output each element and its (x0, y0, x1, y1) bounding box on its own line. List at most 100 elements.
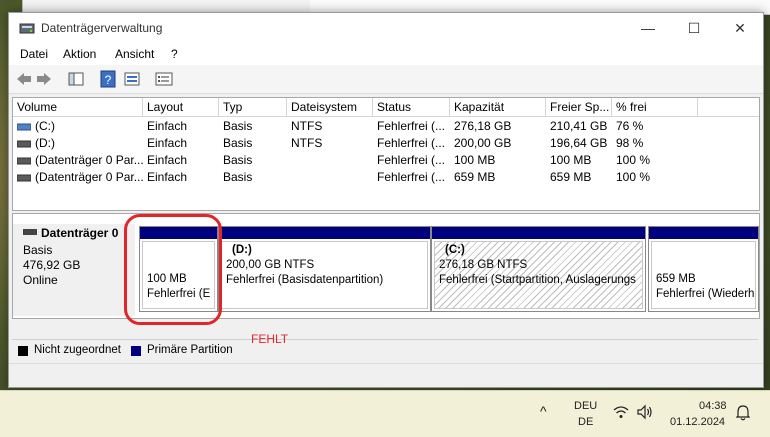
back-arrow-icon[interactable] (15, 70, 33, 88)
disk-type: Basis (23, 243, 53, 257)
list-view-icon[interactable] (155, 70, 173, 88)
table-row[interactable]: (C:) Einfach Basis NTFS Fehlerfrei (... … (13, 118, 759, 135)
table-row[interactable]: (Datenträger 0 Par... Einfach Basis Fehl… (13, 169, 759, 186)
partition-size: 659 MB (656, 273, 696, 285)
col-typ[interactable]: Typ (219, 98, 287, 116)
col-layout[interactable]: Layout (143, 98, 219, 116)
cell-pct: 100 % (616, 153, 651, 167)
cell-fs: NTFS (291, 136, 323, 150)
keyboard-layout[interactable]: DE (578, 416, 593, 428)
language-code[interactable]: DEU (574, 400, 597, 412)
disk-management-window: Datenträgerverwaltung — ☐ ✕ Datei Aktion… (8, 12, 764, 388)
partition-body: (D:) 200,00 GB NTFS Fehlerfrei (Basisdat… (221, 241, 428, 309)
disk-info[interactable]: Datenträger 0 Basis 476,92 GB Online (13, 224, 135, 316)
col-freier-speicher[interactable]: Freier Sp... (546, 98, 612, 116)
partition-size: 200,00 GB NTFS (226, 259, 315, 271)
legend-primary-swatch (131, 346, 141, 356)
cell-capacity: 659 MB (454, 170, 496, 184)
cell-pct: 98 % (616, 136, 644, 150)
menu-datei[interactable]: Datei (20, 47, 48, 61)
legend: Nicht zugeordnet Primäre Partition (12, 339, 758, 362)
clock-date[interactable]: 01.12.2024 (670, 416, 725, 428)
col-prozent-frei[interactable]: % frei (612, 98, 698, 116)
col-kapazitaet[interactable]: Kapazität (450, 98, 546, 116)
forward-arrow-icon[interactable] (35, 70, 53, 88)
volume-drive-icon (17, 123, 31, 131)
partition-title: (C:) (445, 244, 465, 256)
col-dateisystem[interactable]: Dateisystem (287, 98, 373, 116)
cell-capacity: 276,18 GB (454, 119, 512, 133)
cell-status: Fehlerfrei (... (377, 119, 446, 133)
partition-body: 659 MB Fehlerfrei (Wiederh (651, 241, 756, 309)
help-icon[interactable]: ? (99, 70, 117, 88)
svg-text:?: ? (105, 73, 112, 87)
cell-fs (287, 152, 373, 169)
cell-typ: Basis (223, 136, 253, 150)
cell-layout: Einfach (147, 136, 188, 150)
cell-status: Fehlerfrei (... (377, 136, 446, 150)
cell-free: 196,64 GB (550, 136, 608, 150)
cell-free: 100 MB (550, 153, 592, 167)
clock-time[interactable]: 04:38 (699, 400, 727, 412)
partition-d[interactable]: (D:) 200,00 GB NTFS Fehlerfrei (Basisdat… (218, 226, 431, 312)
disk-management-icon (19, 23, 35, 34)
table-row[interactable]: (Datenträger 0 Par... Einfach Basis Fehl… (13, 152, 759, 169)
legend-unallocated-label: Nicht zugeordnet (34, 344, 121, 356)
col-volume[interactable]: Volume (13, 98, 143, 116)
notification-bell-icon[interactable] (736, 405, 750, 421)
cell-layout: Einfach (147, 119, 188, 133)
disk-size: 476,92 GB (23, 258, 81, 272)
partition-bar (432, 227, 645, 239)
partition-status: Fehlerfrei (Wiederh (656, 288, 755, 300)
legend-unallocated-swatch (18, 346, 28, 356)
partition-bar (649, 227, 758, 239)
disk-name: Datenträger 0 (41, 226, 119, 240)
partition-status: Fehlerfrei (Startpartition, Auslagerungs (439, 274, 636, 286)
volume-drive-icon (17, 140, 31, 148)
cell-free: 659 MB (550, 170, 592, 184)
cell-volume: (Datenträger 0 Par... (35, 170, 143, 184)
partition-bar (219, 227, 430, 239)
cell-volume: (C:) (35, 119, 55, 133)
menu-help[interactable]: ? (171, 47, 178, 61)
partition-title: (D:) (232, 244, 252, 256)
volume-list: Volume Layout Typ Dateisystem Status Kap… (12, 97, 760, 211)
close-button[interactable]: ✕ (717, 13, 763, 43)
cell-fs: NTFS (291, 119, 323, 133)
cell-capacity: 100 MB (454, 153, 496, 167)
minimize-button[interactable]: — (625, 13, 671, 43)
tray-chevron-icon[interactable]: ^ (540, 403, 547, 419)
table-row[interactable]: (D:) Einfach Basis NTFS Fehlerfrei (... … (13, 135, 759, 152)
partition-status: Fehlerfrei (Basisdatenpartition) (226, 274, 384, 286)
volume-drive-icon (17, 157, 31, 165)
wifi-icon[interactable] (613, 405, 629, 419)
cell-status: Fehlerfrei (... (377, 170, 446, 184)
menu-bar: Datei Aktion Ansicht ? (9, 43, 763, 65)
cell-layout: Einfach (147, 153, 188, 167)
toolbar: ? (9, 65, 763, 94)
legend-primary-label: Primäre Partition (147, 344, 233, 356)
cell-pct: 100 % (616, 170, 651, 184)
menu-aktion[interactable]: Aktion (63, 47, 96, 61)
console-tree-icon[interactable] (67, 70, 85, 88)
speaker-icon[interactable] (636, 404, 654, 420)
partition-recovery[interactable]: 659 MB Fehlerfrei (Wiederh (648, 226, 759, 312)
partition-c[interactable]: (C:) 276,18 GB NTFS Fehlerfrei (Startpar… (431, 226, 646, 312)
properties-icon[interactable] (123, 70, 141, 88)
cell-fs (287, 169, 373, 186)
maximize-button[interactable]: ☐ (671, 13, 717, 43)
disk-state: Online (23, 273, 58, 287)
cell-typ: Basis (223, 153, 253, 167)
disk-icon (23, 229, 37, 235)
partition-size: 276,18 GB NTFS (439, 259, 528, 271)
title-bar[interactable]: Datenträgerverwaltung — ☐ ✕ (9, 13, 763, 43)
list-header: Volume Layout Typ Dateisystem Status Kap… (13, 98, 759, 117)
col-status[interactable]: Status (373, 98, 450, 116)
cell-pct: 76 % (616, 119, 644, 133)
cell-typ: Basis (223, 119, 253, 133)
partition-body: (C:) 276,18 GB NTFS Fehlerfrei (Startpar… (434, 241, 643, 309)
annotation-text: FEHLT (251, 332, 289, 346)
menu-ansicht[interactable]: Ansicht (115, 47, 154, 61)
cell-free: 210,41 GB (550, 119, 608, 133)
cell-status: Fehlerfrei (... (377, 153, 446, 167)
